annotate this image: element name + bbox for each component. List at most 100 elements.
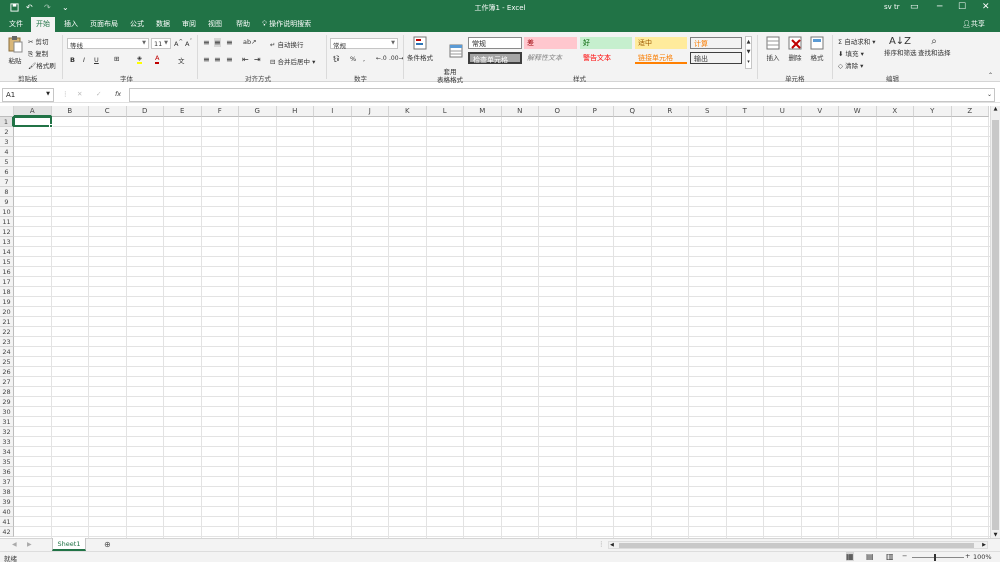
row-header[interactable]: 38 [0, 487, 14, 497]
currency-icon[interactable]: 💱︎ [332, 55, 340, 63]
close-icon[interactable]: ✕ [982, 2, 990, 12]
row-header[interactable]: 5 [0, 157, 14, 167]
column-header[interactable]: V [801, 106, 839, 117]
delete-cells-button[interactable]: 删除 [786, 36, 804, 62]
font-size-select[interactable]: 11 ▼ [151, 38, 171, 49]
column-header[interactable]: H [276, 106, 314, 117]
column-header[interactable]: U [764, 106, 802, 117]
row-header[interactable]: 28 [0, 387, 14, 397]
merge-center-button[interactable]: ⊟ 合并后居中 ▾ [270, 56, 315, 66]
number-format-select[interactable]: 常规 ▼ [330, 38, 398, 50]
add-sheet-icon[interactable]: ⊕ [104, 540, 111, 549]
row-header[interactable]: 22 [0, 327, 14, 337]
row-header[interactable]: 21 [0, 317, 14, 327]
increase-decimal-icon[interactable]: ←.0 [376, 55, 387, 62]
tab-file[interactable]: 文件 [9, 19, 23, 29]
column-header[interactable]: N [501, 106, 539, 117]
style-good[interactable]: 好 [580, 37, 632, 49]
column-header[interactable]: D [126, 106, 164, 117]
wrap-text-button[interactable]: ↵ 自动换行 [270, 39, 304, 49]
row-header[interactable]: 42 [0, 527, 14, 537]
row-header[interactable]: 20 [0, 307, 14, 317]
tab-split-handle[interactable]: ⋮ [598, 540, 605, 548]
column-header[interactable]: S [689, 106, 727, 117]
align-left-icon[interactable]: ≡ [203, 55, 210, 64]
share-button[interactable]: 👤︎共享 [962, 19, 985, 29]
row-header[interactable]: 1 [0, 117, 14, 127]
row-header[interactable]: 13 [0, 237, 14, 247]
row-header[interactable]: 35 [0, 457, 14, 467]
row-header[interactable]: 7 [0, 177, 14, 187]
tab-insert[interactable]: 插入 [64, 19, 78, 29]
column-header[interactable]: T [726, 106, 764, 117]
scroll-up-icon[interactable]: ▲ [991, 106, 1000, 112]
insert-function-icon[interactable]: fx [115, 90, 121, 98]
column-header[interactable]: M [464, 106, 502, 117]
column-header[interactable]: J [351, 106, 389, 117]
maximize-icon[interactable]: ☐ [958, 2, 966, 12]
zoom-slider[interactable] [912, 557, 964, 558]
border-icon[interactable]: ⊞ [114, 55, 119, 63]
fill-color-icon[interactable]: ◈ [137, 54, 142, 64]
formula-input[interactable] [129, 88, 995, 102]
font-color-icon[interactable]: A [155, 54, 160, 64]
fill-button[interactable]: ⬇ 填充 ▾ [838, 48, 864, 58]
tab-home[interactable]: 开始 [31, 17, 55, 32]
next-sheet-icon[interactable]: ▶ [27, 541, 32, 548]
scroll-left-icon[interactable]: ◀ [610, 542, 614, 548]
tab-page-layout[interactable]: 页面布局 [90, 19, 118, 29]
style-linked-cell[interactable]: 链接单元格 [635, 52, 687, 64]
select-all-corner[interactable] [0, 106, 14, 117]
style-explanatory[interactable]: 解释性文本 [524, 52, 577, 64]
decrease-decimal-icon[interactable]: .00→ [389, 55, 404, 62]
align-middle-icon[interactable]: ≡ [214, 38, 221, 47]
row-header[interactable]: 18 [0, 287, 14, 297]
row-header[interactable]: 33 [0, 437, 14, 447]
cut-button[interactable]: ✂ 剪切 [28, 36, 49, 46]
column-header[interactable]: F [201, 106, 239, 117]
name-box[interactable]: A1 ▼ [2, 88, 54, 102]
selected-cell-a1[interactable] [13, 116, 53, 128]
align-center-icon[interactable]: ≡ [214, 55, 221, 64]
row-header[interactable]: 8 [0, 187, 14, 197]
fill-handle[interactable] [48, 124, 53, 128]
shrink-font-button[interactable]: Aˇ [185, 39, 192, 48]
sort-filter-button[interactable]: A↓Z 排序和筛选 [884, 36, 917, 57]
column-header[interactable]: Z [951, 106, 989, 117]
tab-data[interactable]: 数据 [156, 19, 170, 29]
column-header[interactable]: G [239, 106, 277, 117]
style-bad[interactable]: 差 [524, 37, 577, 49]
row-header[interactable]: 6 [0, 167, 14, 177]
row-header[interactable]: 31 [0, 417, 14, 427]
copy-button[interactable]: ⎘ 复制 [28, 48, 48, 59]
user-name[interactable]: sv tr [884, 3, 900, 11]
styles-gallery-scroll[interactable]: ▲ ▼ ▾ [745, 36, 752, 69]
conditional-format-button[interactable]: 条件格式 [407, 36, 433, 62]
style-calculation[interactable]: 计算 [690, 37, 742, 49]
row-header[interactable]: 16 [0, 267, 14, 277]
row-header[interactable]: 4 [0, 147, 14, 157]
row-header[interactable]: 19 [0, 297, 14, 307]
row-header[interactable]: 32 [0, 427, 14, 437]
style-check-cell[interactable]: 检查单元格 [468, 52, 522, 64]
clear-button[interactable]: ◇ 清除 ▾ [838, 60, 863, 70]
column-header[interactable]: Y [914, 106, 952, 117]
horizontal-scrollbar[interactable]: ◀ ▶ [608, 541, 988, 549]
increase-indent-icon[interactable]: ⇥ [254, 55, 261, 64]
row-header[interactable]: 30 [0, 407, 14, 417]
scroll-thumb[interactable] [992, 120, 999, 530]
format-painter-button[interactable]: 🖌︎格式刷 [28, 60, 56, 70]
row-header[interactable]: 2 [0, 127, 14, 137]
style-output[interactable]: 输出 [690, 52, 742, 64]
percent-button[interactable]: % [350, 55, 356, 63]
column-header[interactable]: K [389, 106, 427, 117]
column-header[interactable]: B [51, 106, 89, 117]
zoom-in-icon[interactable]: + [965, 552, 970, 560]
previous-sheet-icon[interactable]: ◀ [12, 541, 17, 548]
font-name-select[interactable]: 等线 ▼ [67, 38, 149, 50]
zoom-level[interactable]: 100% [973, 553, 992, 561]
row-header[interactable]: 9 [0, 197, 14, 207]
collapse-ribbon-icon[interactable]: ⌃ [988, 72, 993, 79]
orientation-icon[interactable]: ab↗ [243, 38, 257, 46]
bold-button[interactable]: B [70, 56, 75, 64]
